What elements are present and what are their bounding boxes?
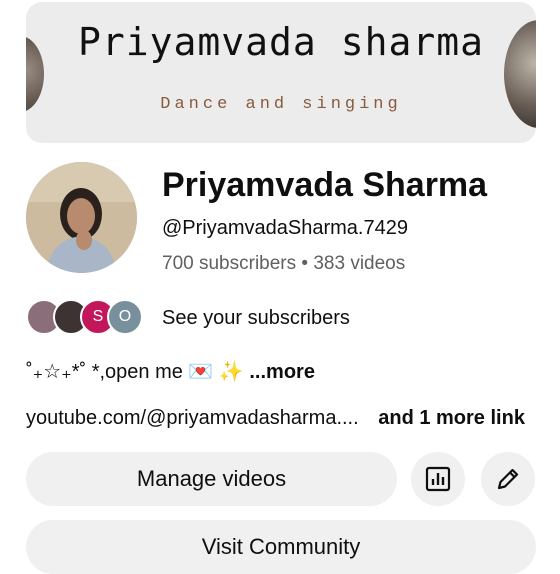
stats-separator: • [301,253,309,274]
channel-avatar[interactable] [26,162,137,273]
subscriber-avatars[interactable]: S O [26,298,143,336]
see-subscribers-link[interactable]: See your subscribers [162,307,350,330]
subscriber-count: 700 subscribers [162,253,297,274]
banner-subtitle: Dance and singing [160,95,402,114]
channel-handle: @PriyamvadaSharma.7429 [162,217,408,239]
avatar-image [26,162,137,273]
banner-title: Priyamvada sharma [78,20,484,64]
description-text: ˚₊☆₊*˚ *,open me 💌 ✨ [26,361,244,383]
more-links[interactable]: and 1 more link [378,407,525,429]
channel-link[interactable]: youtube.com/@priyamvadasharma.... [26,407,359,429]
video-count: 383 videos [313,253,406,274]
manage-videos-button[interactable]: Manage videos [26,452,397,506]
analytics-icon [425,466,451,492]
channel-description[interactable]: ˚₊☆₊*˚ *,open me 💌 ✨ ...more [26,359,315,384]
channel-name: Priyamvada Sharma [162,166,488,204]
channel-stats: 700 subscribers • 383 videos [162,253,405,275]
pencil-icon [497,468,519,490]
visit-community-button[interactable]: Visit Community [26,520,536,574]
analytics-button[interactable] [411,452,465,506]
channel-links[interactable]: youtube.com/@priyamvadasharma.... and 1 … [26,407,525,430]
channel-banner: Priyamvada sharma Dance and singing [26,2,536,143]
description-more[interactable]: ...more [249,361,315,383]
edit-button[interactable] [481,452,535,506]
subscriber-avatar: O [107,299,143,335]
